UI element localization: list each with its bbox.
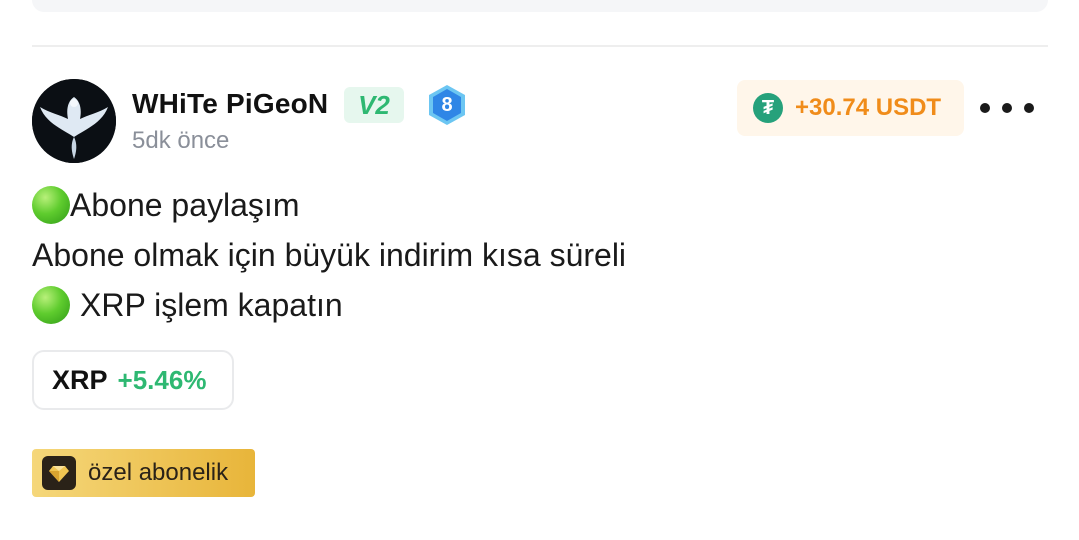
green-circle-icon [32,186,70,224]
coin-symbol: XRP [52,364,108,395]
author-avatar[interactable] [32,79,116,163]
more-dot-icon [980,103,990,113]
premium-subscription-badge[interactable]: özel abonelik [32,449,255,497]
diamond-icon [42,456,76,490]
premium-label: özel abonelik [88,459,229,486]
more-dot-icon [1024,103,1034,113]
diamond-glyph-icon [49,466,69,482]
green-circle-icon [32,286,70,324]
pnl-badge[interactable]: ₮ +30.74 USDT [737,80,964,136]
vip-level-badge: V2 [344,87,404,123]
post-text-line: XRP işlem kapatın [80,287,343,323]
post-divider [32,45,1048,47]
post-content[interactable]: Abone paylaşım Abone olmak için büyük in… [32,180,626,330]
rank-number: 8 [441,93,453,116]
post-line-1: Abone paylaşım [32,180,626,230]
tether-icon: ₮ [753,93,783,123]
previous-post-card [32,0,1048,12]
post-timestamp: 5dk önce [132,127,230,154]
more-dot-icon [1002,103,1012,113]
coin-tag-xrp[interactable]: XRP +5.46% [32,350,234,410]
pnl-value: +30.74 USDT [795,94,942,121]
post-line-2: Abone olmak için büyük indirim kısa süre… [32,230,626,280]
post-line-3: XRP işlem kapatın [32,280,626,330]
more-options-button[interactable] [980,96,1034,120]
post-text-line: Abone olmak için büyük indirim kısa süre… [32,237,627,273]
white-pigeon-avatar-icon [32,79,116,163]
feed-page: WHiTe PiGeoN V2 8 5dk önce ₮ +30.74 USDT… [0,0,1079,540]
rank-badge: 8 [427,84,467,126]
author-name[interactable]: WHiTe PiGeoN [132,86,328,122]
coin-change-percent: +5.46% [117,364,207,395]
post-text-line: Abone paylaşım [70,187,300,223]
